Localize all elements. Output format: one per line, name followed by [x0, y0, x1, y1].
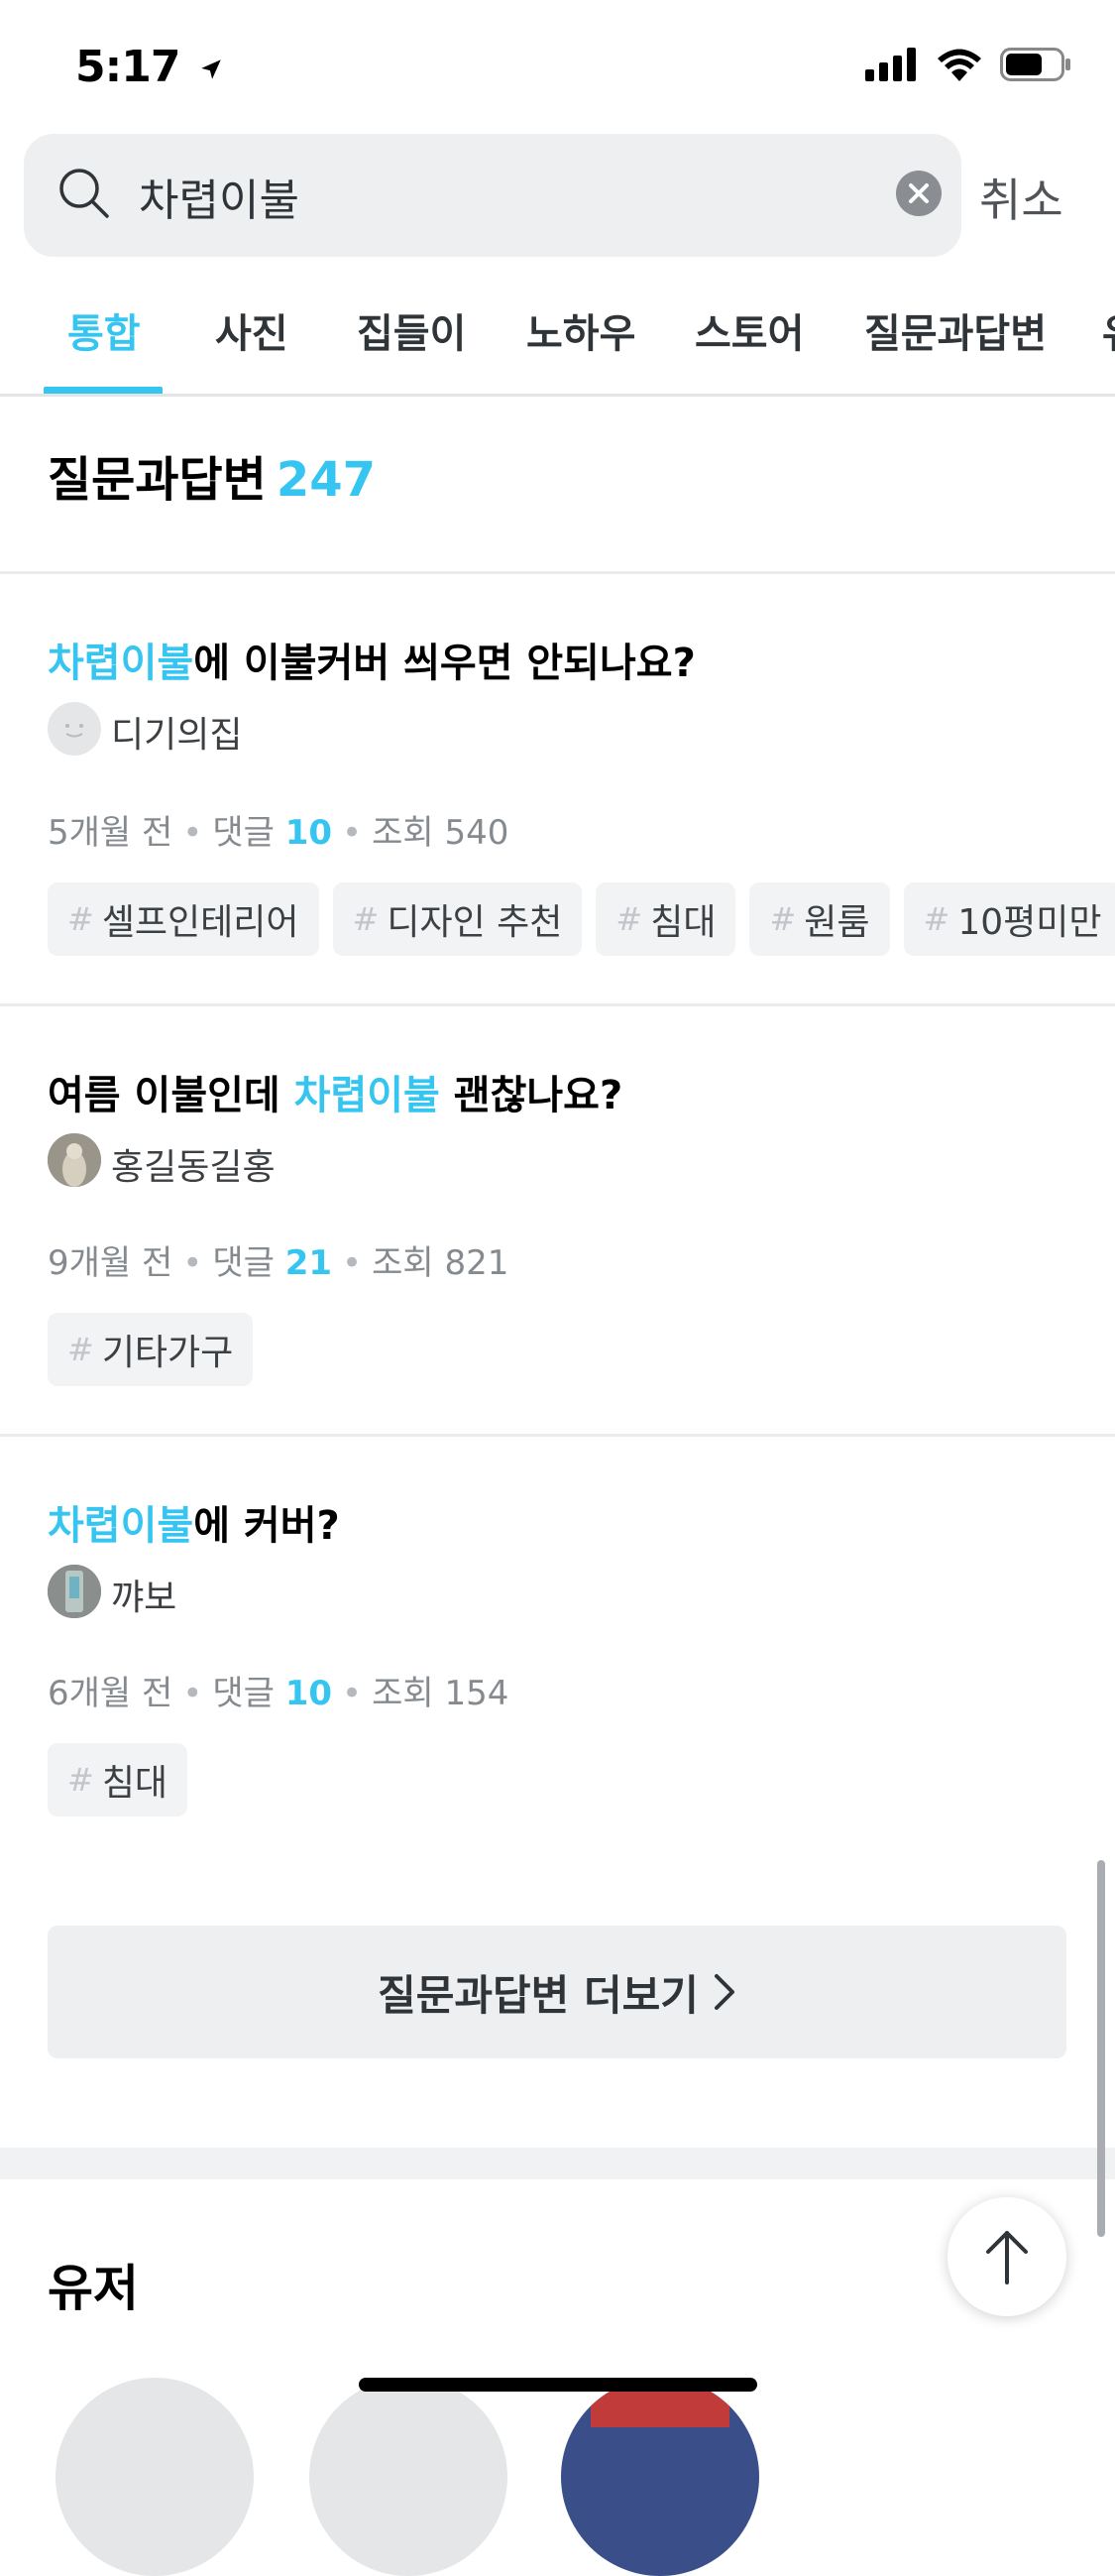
question-meta: 6개월 전 • 댓글 10 • 조회 154 — [48, 1674, 509, 1713]
tab-knowhow[interactable]: 노하우 — [526, 301, 635, 359]
title-text: 에 커버? — [193, 1503, 340, 1549]
tag-chip[interactable]: # 침대 — [48, 1743, 188, 1816]
arrow-up-icon — [986, 2231, 1028, 2284]
user-avatar[interactable] — [309, 2378, 507, 2576]
divider — [0, 571, 1115, 574]
category-tabs: 통합 사진 집들이 노하우 스토어 질문과답변 유 — [0, 288, 1115, 397]
tabs-divider — [0, 394, 1115, 397]
tag-list: # 셀프인테리어 # 디자인 추천 # 침대 # 원룸 #10평미만 — [48, 882, 1115, 956]
tab-store[interactable]: 스토어 — [695, 301, 804, 359]
tag-chip[interactable]: # 침대 — [596, 882, 736, 956]
scrollbar[interactable] — [1097, 1860, 1105, 2237]
chevron-right-icon — [714, 1974, 734, 2010]
clear-search-button[interactable] — [896, 171, 942, 216]
tag-list: # 침대 — [48, 1743, 188, 1816]
title-highlight: 차렵이불 — [48, 641, 194, 686]
tag-chip[interactable]: # 원룸 — [749, 882, 890, 956]
qna-more-button[interactable]: 질문과답변 더보기 — [48, 1926, 1066, 2058]
tag-list: # 기타가구 — [48, 1313, 254, 1386]
tab-users[interactable]: 유 — [1102, 301, 1115, 359]
more-button-label: 질문과답변 더보기 — [378, 1970, 699, 2020]
user-avatar[interactable] — [561, 2378, 759, 2576]
status-time: 5:17 — [75, 42, 224, 92]
status-indicators — [865, 48, 1071, 81]
author-name[interactable]: 디기의집 — [111, 706, 242, 758]
author-name[interactable]: 홍길동길홍 — [111, 1138, 276, 1190]
close-icon — [909, 183, 929, 203]
cancel-button[interactable]: 취소 — [979, 165, 1063, 230]
home-indicator[interactable] — [359, 2378, 757, 2392]
user-photo-icon — [48, 1133, 101, 1187]
title-prefix: 여름 이불인데 — [48, 1073, 294, 1118]
user-avatar[interactable] — [56, 2378, 254, 2576]
tag-chip[interactable]: #10평미만 — [903, 882, 1115, 956]
section-title: 질문과답변 247 — [48, 440, 376, 510]
tag-chip[interactable]: # 셀프인테리어 — [48, 882, 319, 956]
title-highlight: 차렵이불 — [293, 1073, 440, 1118]
tab-housewarming[interactable]: 집들이 — [357, 301, 466, 359]
user-photo-icon — [48, 1565, 101, 1618]
divider — [0, 1003, 1115, 1006]
question-title[interactable]: 차렵이불에 커버? — [48, 1493, 340, 1551]
scroll-to-top-button[interactable] — [948, 2197, 1066, 2316]
avatar[interactable] — [48, 702, 101, 756]
question-meta: 9개월 전 • 댓글 21 • 조회 821 — [48, 1243, 509, 1283]
section-count: 247 — [276, 452, 377, 508]
users-section-title: 유저 — [48, 2260, 139, 2317]
wifi-icon — [938, 49, 981, 81]
title-text: 에 이불커버 씌우면 안되나요? — [193, 641, 696, 686]
tag-chip[interactable]: # 디자인 추천 — [332, 882, 583, 956]
search-input[interactable]: 차렵이불 — [139, 165, 299, 228]
divider — [0, 1434, 1115, 1437]
tag-chip[interactable]: # 기타가구 — [48, 1313, 254, 1386]
tab-integrated[interactable]: 통합 — [67, 301, 141, 359]
question-meta: 5개월 전 • 댓글 10 • 조회 540 — [48, 813, 509, 853]
section-separator — [0, 2148, 1115, 2179]
cellular-signal-icon — [865, 48, 916, 81]
title-text: 괜찮나요? — [439, 1073, 623, 1118]
battery-icon — [1000, 48, 1070, 81]
default-avatar-icon — [65, 724, 83, 738]
author-name[interactable]: 꺄보 — [111, 1569, 176, 1620]
avatar[interactable] — [48, 1565, 101, 1618]
question-title[interactable]: 여름 이불인데 차렵이불 괜찮나요? — [48, 1063, 622, 1120]
title-highlight: 차렵이불 — [48, 1503, 194, 1549]
section-title-label: 질문과답변 — [48, 452, 267, 508]
question-title[interactable]: 차렵이불에 이불커버 씌우면 안되나요? — [48, 631, 696, 688]
search-icon — [59, 169, 109, 218]
avatar[interactable] — [48, 1133, 101, 1187]
tab-photos[interactable]: 사진 — [215, 301, 288, 359]
tab-qna[interactable]: 질문과답변 — [864, 301, 1047, 359]
location-arrow-icon — [201, 59, 221, 79]
